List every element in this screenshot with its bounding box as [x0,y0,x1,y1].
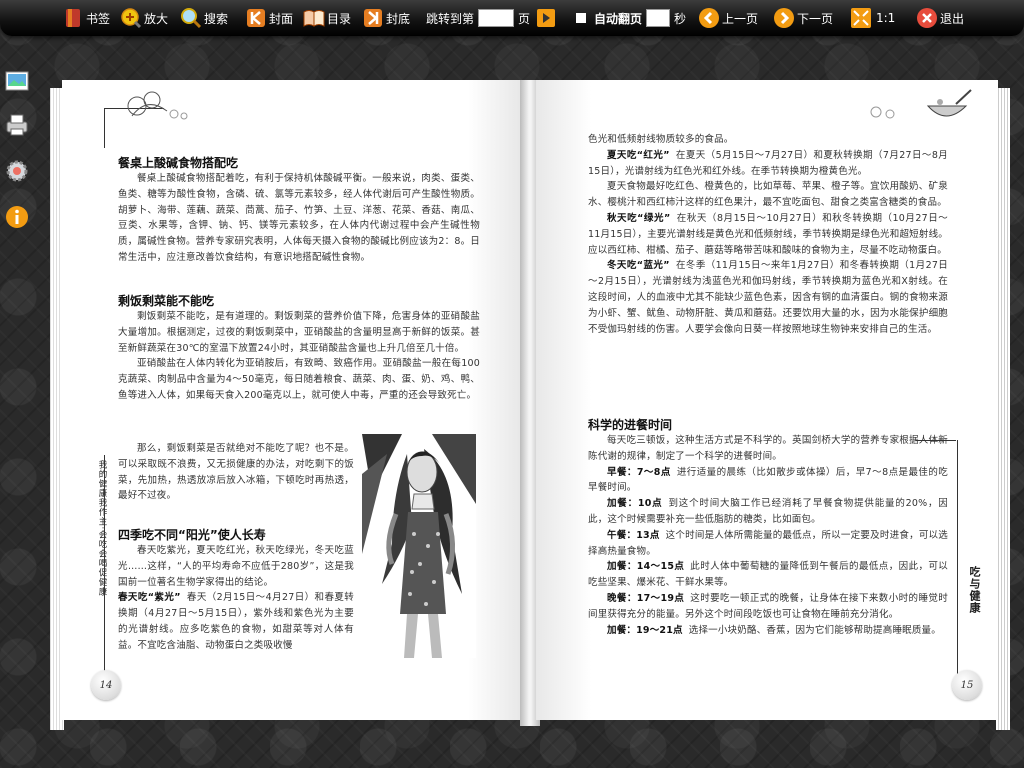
book-spread: 餐桌上酸碱食物搭配吃 餐桌上酸碱食物搭配着吃，有利于保持机体酸碱平衡。一般来说，… [50,80,1010,730]
zoom-in-icon [120,7,142,29]
prev-page-button[interactable]: 上一页 [698,6,758,30]
section-body: 色光和低频射线物质较多的食品。 夏天吃“红光” 在夏天（5月15日～7月27日）和… [588,132,948,337]
autoflip-checkbox[interactable] [576,13,586,23]
autoflip-label: 自动翻页 [594,11,643,26]
fit-size-icon [850,7,872,29]
actual-size-button[interactable]: 1:1 [850,6,895,30]
last-page-icon [362,7,384,29]
cover-button[interactable]: 封面 [245,6,293,30]
exit-button[interactable]: 退出 [916,6,964,30]
settings-gear-icon[interactable] [4,158,30,184]
section-body: 那么，剩饭剩菜是否就绝对不能吃了呢？也不是。可以采取既不浪费，又无损健康的办法，… [118,441,354,504]
arrow-right-icon [773,7,795,29]
book-icon [303,7,325,29]
backcover-label: 封底 [386,11,411,26]
ratio-label: 1:1 [876,11,896,25]
meal-label: 加餐：10点 [607,498,663,510]
paragraph: 餐桌上酸碱食物搭配着吃，有利于保持机体酸碱平衡。一般来说，肉类、蛋类、鱼类、糖等… [118,173,480,263]
section-title: 科学的进餐时间 [588,418,673,432]
meal-label: 晚餐：17～19点 [607,592,685,604]
vertical-caption: 吃与健康 [968,566,981,614]
side-rule [104,455,106,695]
section-title: 餐桌上酸碱食物搭配吃 [118,156,239,170]
meal-label: 午餐：13点 [607,529,660,541]
paragraph: 剩饭剩菜不能吃，是有道理的。剩饭剩菜的营养价值下降，危害身体的亚硝酸盐大量增加。… [118,311,480,354]
season-text: 在冬季（11月15日～来年1月27日）和冬春转换期（1月27日～2月15日），光… [588,260,948,335]
first-page-icon [245,7,267,29]
page-number: 15 [952,670,982,700]
paragraph: 亚硝酸盐在人体内转化为亚硝胺后，有致畸、致癌作用。亚硝酸盐一般在每100克蔬菜、… [118,358,480,401]
paragraph: 那么，剩饭剩菜是否就绝对不能吃了呢？也不是。可以采取既不浪费，又无损健康的办法，… [118,443,354,502]
page-number-input[interactable] [478,9,515,27]
bookmark-icon [62,7,84,29]
picture-icon[interactable] [4,68,30,94]
page-number: 14 [91,670,121,700]
autoflip-seconds-input[interactable] [646,9,671,27]
paragraph: 夏天食物最好吃红色、橙黄色的，比如草莓、苹果、橙子等。宜饮用酸奶、矿泉水、樱桃汁… [588,181,948,209]
paragraph: 春天吃紫光，夏天吃红光，秋天吃绿光，冬天吃蓝光……这样，“人的平均寿命不应低于2… [118,545,354,588]
exit-label: 退出 [940,11,965,26]
prev-label: 上一页 [722,11,759,26]
woman-illustration [362,434,476,658]
info-icon[interactable] [4,204,30,230]
section-title: 四季吃不同“阳光”使人长寿 [118,528,266,542]
jump-prefix-label: 跳转到第 [426,11,475,26]
side-rule [956,440,958,680]
meal-text: 选择一小块奶酪、香蕉，因为它们能够帮助提高睡眠质量。 [688,624,941,636]
seconds-label: 秒 [674,11,687,26]
meal-label: 加餐：14～15点 [607,561,685,573]
section-title: 剩饭剩菜能不能吃 [118,294,215,308]
corner-line [104,108,106,148]
paragraph: 色光和低频射线物质较多的食品。 [588,134,734,145]
search-icon [180,7,202,29]
meal-label: 加餐：19～21点 [607,624,683,636]
jump-to-page: 跳转到第 页 [426,6,558,30]
right-page[interactable]: 色光和低频射线物质较多的食品。 夏天吃“红光” 在夏天（5月15日～7月27日）和… [536,80,998,720]
season-label: 春天吃“紫光” [118,592,181,604]
flower-ornament-icon [127,91,188,120]
close-icon [916,7,938,29]
backcover-button[interactable]: 封底 [362,6,410,30]
cover-label: 封面 [269,11,294,26]
section-body: 每天吃三顿饭，这种生活方式是不科学的。英国剑桥大学的营养专家根据人体新陈代谢的规… [588,433,948,638]
section-body: 剩饭剩菜不能吃，是有道理的。剩饭剩菜的营养价值下降，危害身体的亚硝酸盐大量增加。… [118,309,480,404]
zoom-label: 放大 [144,11,169,26]
bowl-ornament-icon [870,89,972,119]
paragraph: 每天吃三顿饭，这种生活方式是不科学的。英国剑桥大学的营养专家根据人体新陈代谢的规… [588,435,948,462]
season-label: 冬天吃“蓝光” [607,260,670,272]
print-icon[interactable] [4,112,30,138]
season-label: 秋天吃“绿光” [607,212,671,224]
next-page-button[interactable]: 下一页 [773,6,833,30]
toolbar: 书签 放大 搜索 封面 目录 封底 跳转到第 页 自动翻页 秒 上一页 下一页 [0,0,1024,36]
zoom-button[interactable]: 放大 [120,6,168,30]
right-page-edges [996,88,1010,730]
search-label: 搜索 [204,11,229,26]
section-body: 餐桌上酸碱食物搭配着吃，有利于保持机体酸碱平衡。一般来说，肉类、蛋类、鱼类、糖等… [118,171,480,266]
bookmark-button[interactable]: 书签 [62,6,110,30]
season-label: 夏天吃“红光” [607,149,670,161]
meal-label: 早餐：7～8点 [607,466,671,478]
search-button[interactable]: 搜索 [180,6,228,30]
go-button[interactable] [536,8,556,28]
autoflip: 自动翻页 秒 [576,6,686,30]
bookmark-label: 书签 [86,11,111,26]
jump-suffix-label: 页 [518,11,531,26]
arrow-left-icon [698,7,720,29]
section-body: 春天吃紫光，夏天吃红光，秋天吃绿光，冬天吃蓝光……这样，“人的平均寿命不应低于2… [118,543,354,654]
toc-label: 目录 [327,11,352,26]
vertical-caption: 我的健康我作主·会吃会喝促健康 [97,460,107,597]
left-page[interactable]: 餐桌上酸碱食物搭配吃 餐桌上酸碱食物搭配着吃，有利于保持机体酸碱平衡。一般来说，… [62,80,524,720]
toc-button[interactable]: 目录 [303,6,351,30]
next-label: 下一页 [797,11,834,26]
